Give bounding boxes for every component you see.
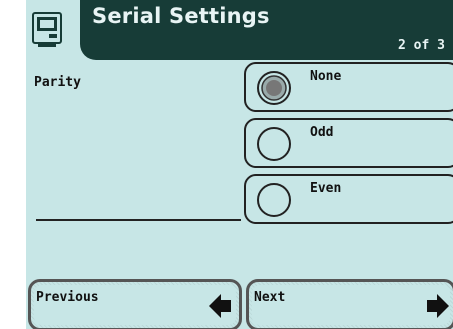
arrow-right-icon: [427, 294, 449, 318]
radio-unselected-icon: [257, 183, 291, 217]
header: Serial Settings 2 of 3: [26, 0, 453, 60]
page-indicator: 2 of 3: [398, 38, 445, 53]
option-odd[interactable]: Odd: [244, 118, 453, 168]
option-label: Odd: [310, 125, 334, 140]
next-label: Next: [254, 290, 286, 305]
parity-label: Parity: [34, 75, 81, 90]
radio-selected-icon: [257, 71, 291, 105]
page-title: Serial Settings: [92, 4, 270, 28]
arrow-left-icon: [209, 294, 231, 318]
field-underline: [36, 219, 241, 221]
device-screen-icon: [32, 12, 62, 47]
next-button[interactable]: Next: [246, 279, 453, 329]
option-label: None: [310, 69, 342, 84]
previous-label: Previous: [36, 290, 99, 305]
previous-button[interactable]: Previous: [28, 279, 242, 329]
option-label: Even: [310, 181, 342, 196]
screen: Serial Settings 2 of 3 Parity None Odd E…: [26, 0, 453, 329]
option-none[interactable]: None: [244, 62, 453, 112]
radio-unselected-icon: [257, 127, 291, 161]
option-even[interactable]: Even: [244, 174, 453, 224]
